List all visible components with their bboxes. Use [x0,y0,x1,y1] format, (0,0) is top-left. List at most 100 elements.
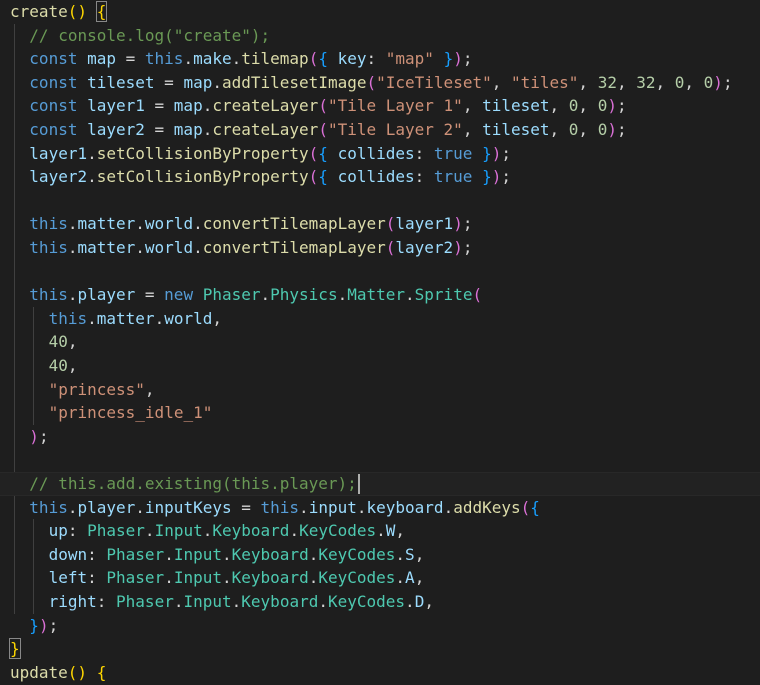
code-line[interactable]: const map = this.make.tilemap({ key: "ma… [29,47,472,71]
code-token: ) [713,72,723,92]
code-line[interactable]: left: Phaser.Input.Keyboard.KeyCodes.A, [49,566,425,590]
code-token: 0 [568,120,579,139]
indent-guide [14,23,15,614]
code-token: , [578,120,598,139]
code-token: = [144,120,174,139]
code-token: , [549,120,569,139]
code-token: 32 [636,72,656,92]
code-token: update [10,662,68,682]
code-line[interactable]: const tileset = map.addTilesetImage("Ice… [29,71,732,95]
code-token: input [308,497,357,517]
code-line[interactable]: this.matter.world.convertTilemapLayer(la… [29,212,472,236]
code-token: make [193,49,232,69]
code-token: ( [366,72,377,92]
code-token: ) [607,120,617,139]
code-token: // this.add.existing(this.player); [29,474,357,493]
code-line[interactable]: right: Phaser.Input.Keyboard.KeyCodes.D, [49,590,434,614]
code-token: , [212,308,223,328]
code-token: . [356,497,367,517]
code-token: this [29,214,68,234]
code-token: . [144,521,155,541]
code-line[interactable]: const layer2 = map.createLayer("Tile Lay… [29,118,626,142]
code-token: , [67,356,78,375]
code-token: keyboard [366,497,444,517]
code-token: . [222,544,232,564]
code-token: tileset [87,72,155,92]
code-line[interactable]: this.matter.world.convertTilemapLayer(la… [29,236,472,260]
code-token: tilemap [241,49,309,69]
code-token: } [29,615,39,635]
code-token: player [77,285,136,305]
code-line[interactable]: this.player.inputKeys = this.input.keybo… [29,496,540,520]
code-token: left [48,568,88,588]
code-line[interactable]: }); [29,614,58,638]
code-token: S [405,544,415,564]
code-token: : [96,592,117,611]
code-token: ) [607,96,617,116]
code-token: // console.log("create"); [29,25,271,45]
code-line[interactable]: this.player = new Phaser.Physics.Matter.… [29,283,482,307]
code-line[interactable]: create() { [10,0,108,24]
code-token: ( [318,96,328,116]
code-line[interactable]: down: Phaser.Input.Keyboard.KeyCodes.S, [49,543,425,567]
code-token: ( [385,214,396,234]
code-token: ( [308,167,319,187]
code-token: "Tile Layer 1" [327,96,463,116]
code-token: : [366,49,386,69]
code-line[interactable]: const layer1 = map.createLayer("Tile Lay… [29,94,626,118]
code-line[interactable]: // console.log("create"); [29,24,270,48]
code-line[interactable]: update() { [10,661,106,685]
code-line[interactable]: "princess_idle_1" [49,401,213,425]
code-token: ; [616,120,627,139]
code-token: Keyboard [212,521,290,541]
code-token: = [116,49,145,69]
code-token: . [337,285,348,305]
code-editor[interactable]: create() {// console.log("create"); const… [0,0,760,682]
code-token: layer2 [29,167,88,187]
code-line[interactable]: "princess", [49,378,155,402]
code-token: create [10,2,68,21]
code-token: map [173,120,203,139]
code-token: player [77,497,136,517]
code-line[interactable]: 40, [49,330,78,354]
code-token: . [212,72,222,92]
code-token: ; [501,167,511,187]
code-token: : [87,544,107,564]
code-token: up [48,521,68,541]
code-token: key [327,49,367,69]
code-token: setCollisionByProperty [96,143,309,163]
code-line[interactable]: layer2.setCollisionByProperty({ collides… [29,165,511,189]
code-line[interactable]: this.matter.world, [49,307,222,331]
code-token: Input [173,568,222,588]
code-token: right [48,592,97,611]
code-token: . [376,521,386,541]
code-token: . [135,238,145,257]
code-line[interactable]: 40, [49,354,78,378]
code-token: this [29,285,68,305]
code-token: ; [38,426,49,446]
code-token: "Tile Layer 2" [327,120,463,139]
code-line[interactable]: layer1.setCollisionByProperty({ collides… [29,142,511,166]
code-token: 40 [48,332,68,352]
code-token: ; [616,96,627,116]
code-token: layer1 [395,214,454,234]
code-token: : [87,568,107,588]
code-token: { [318,143,328,163]
code-token: "princess_idle_1" [48,403,213,423]
code-line[interactable]: // this.add.existing(this.player); [29,472,357,496]
code-token: , [578,96,598,116]
code-line[interactable]: } [9,637,21,661]
code-token: Keyboard [231,568,309,588]
code-token: this [29,497,68,517]
code-token: . [395,568,406,588]
code-token: . [443,497,454,517]
code-token: . [308,544,319,564]
code-token: layer2 [395,238,454,257]
code-token: ; [462,214,473,234]
code-token: const [29,96,88,116]
code-line[interactable]: up: Phaser.Input.Keyboard.KeyCodes.W, [49,519,405,543]
code-token: "tiles" [510,72,579,92]
code-token: , [414,568,425,588]
code-token: . [318,592,328,611]
code-line[interactable]: ); [29,425,48,449]
